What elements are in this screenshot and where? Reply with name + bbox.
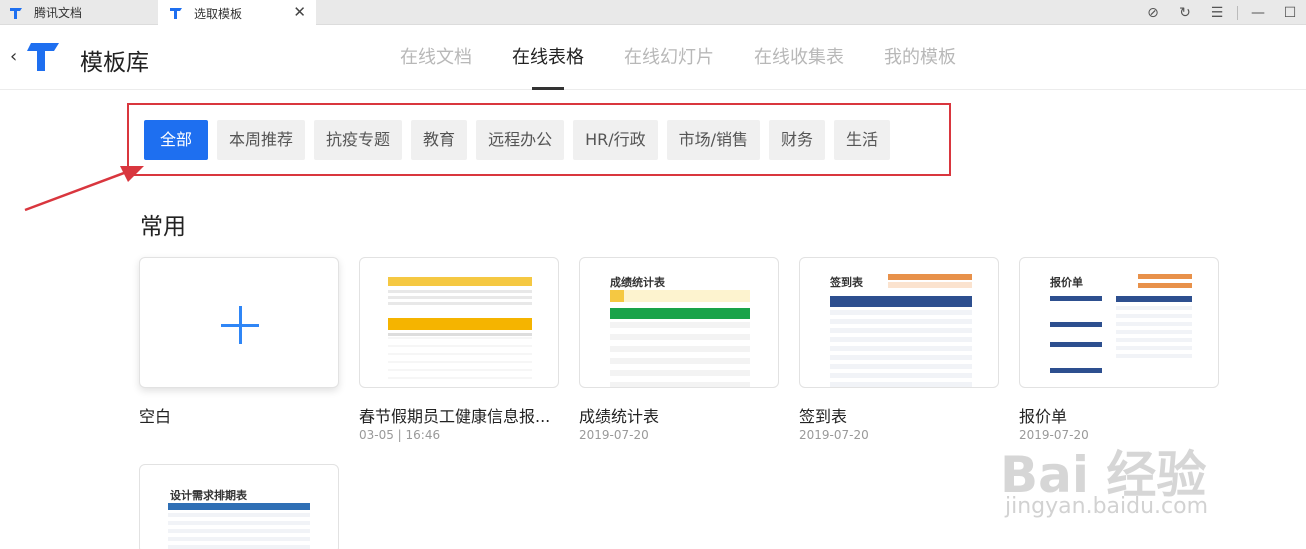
watermark-domain: jingyan.baidu.com: [1005, 494, 1209, 519]
template-card-quotation[interactable]: 报价单: [1019, 257, 1219, 388]
template-thumbnail: [168, 503, 310, 549]
template-card-grade-stats[interactable]: 成绩统计表: [579, 257, 779, 388]
browser-tab-strip: 腾讯文档 选取模板 ✕ ⊘ ↻ ☰ — ☐: [0, 0, 1306, 26]
annotation-arrow-icon: [24, 166, 144, 212]
nav-tab-online-sheets[interactable]: 在线表格: [512, 26, 584, 90]
template-card-blank[interactable]: [139, 257, 339, 388]
template-thumbnail: [830, 274, 972, 387]
minimize-icon[interactable]: —: [1242, 0, 1274, 25]
template-card-design-schedule[interactable]: 设计需求排期表: [139, 464, 339, 549]
card-title: 春节假期员工健康信息报...: [359, 407, 551, 426]
card-date: 2019-07-20: [579, 428, 649, 442]
nav-tabs: 在线文档 在线表格 在线幻灯片 在线收集表 我的模板: [400, 26, 996, 90]
category-all[interactable]: 全部: [144, 120, 209, 160]
menu-icon[interactable]: ☰: [1201, 0, 1233, 25]
tencent-docs-icon: [170, 8, 182, 19]
template-thumbnail: [1050, 274, 1192, 373]
category-filter: 全部 本周推荐 抗疫专题 教育 远程办公 HR/行政 市场/销售 财务 生活: [144, 120, 899, 160]
category-remote-work[interactable]: 远程办公: [476, 120, 565, 160]
back-arrow-icon[interactable]: ‹: [10, 46, 17, 67]
compass-icon[interactable]: ⊘: [1137, 0, 1169, 25]
category-finance[interactable]: 财务: [769, 120, 826, 160]
template-thumbnail: [610, 290, 750, 387]
tab-label: 腾讯文档: [34, 6, 83, 20]
category-weekly[interactable]: 本周推荐: [217, 120, 306, 160]
template-card-sign-in[interactable]: 签到表: [799, 257, 999, 388]
page-title: 模板库: [80, 50, 149, 76]
maximize-icon[interactable]: ☐: [1274, 0, 1306, 25]
card-date: 03-05 | 16:46: [359, 428, 441, 442]
card-title: 报价单: [1019, 407, 1068, 426]
tencent-docs-logo: [27, 43, 59, 71]
card-title: 签到表: [799, 407, 848, 426]
category-education[interactable]: 教育: [411, 120, 468, 160]
section-title: 常用: [140, 214, 186, 240]
nav-tab-online-slides[interactable]: 在线幻灯片: [624, 26, 714, 90]
tencent-docs-icon: [10, 7, 22, 19]
plus-icon: [221, 306, 259, 344]
nav-tab-my-templates[interactable]: 我的模板: [884, 26, 956, 90]
nav-tab-online-forms[interactable]: 在线收集表: [754, 26, 844, 90]
page-header: ‹ 模板库 在线文档 在线表格 在线幻灯片 在线收集表 我的模板: [0, 26, 1306, 90]
tab-label: 选取模板: [194, 6, 243, 21]
template-thumbnail: [388, 277, 532, 379]
card-title: 成绩统计表: [579, 407, 660, 426]
category-life[interactable]: 生活: [834, 120, 891, 160]
tab-choose-template[interactable]: 选取模板 ✕: [158, 0, 316, 26]
divider: [1237, 5, 1238, 20]
refresh-icon[interactable]: ↻: [1169, 0, 1201, 25]
category-hr-admin[interactable]: HR/行政: [573, 120, 658, 160]
card-date: 2019-07-20: [799, 428, 869, 442]
card-title: 空白: [139, 407, 172, 426]
category-marketing-sales[interactable]: 市场/销售: [666, 120, 761, 160]
nav-tab-online-docs[interactable]: 在线文档: [400, 26, 472, 90]
close-icon[interactable]: ✕: [293, 3, 306, 21]
template-card-health-report[interactable]: [359, 257, 559, 388]
category-anti-epidemic[interactable]: 抗疫专题: [314, 120, 403, 160]
tab-tencent-docs[interactable]: 腾讯文档: [8, 0, 158, 25]
